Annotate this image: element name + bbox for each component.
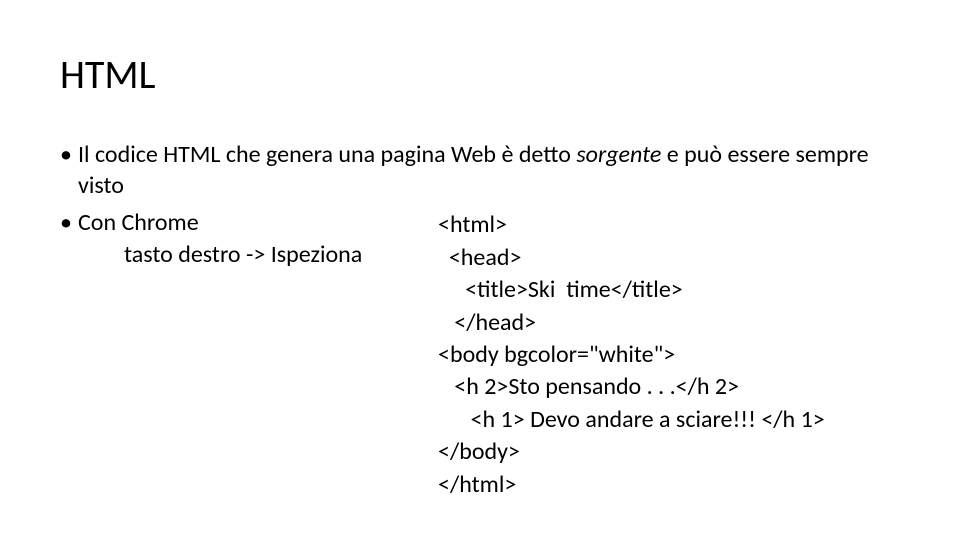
code-line-4: </head>: [438, 308, 536, 337]
slide-title: HTML: [60, 50, 900, 99]
code-line-8: </body>: [438, 437, 520, 466]
bullet1-prefix: Il codice HTML che genera una pagina Web…: [78, 140, 576, 169]
two-column-row: Con Chrome tasto destro -> Ispeziona <ht…: [78, 207, 900, 501]
bullet-item-2: Con Chrome tasto destro -> Ispeziona <ht…: [60, 207, 900, 501]
code-line-2: <head>: [438, 243, 521, 272]
code-line-1: <html>: [438, 210, 507, 239]
code-line-6: <h 2>Sto pensando . . .</h 2>: [438, 372, 739, 401]
bullet1-em: sorgente: [576, 140, 661, 169]
code-line-9: </html>: [438, 470, 516, 499]
code-line-7: <h 1> Devo andare a sciare!!! </h 1>: [438, 405, 825, 434]
bullet-item-1: Il codice HTML che genera una pagina Web…: [60, 139, 900, 201]
code-line-3: <title>Ski time</title>: [438, 275, 683, 304]
slide: HTML Il codice HTML che genera una pagin…: [0, 0, 960, 540]
slide-body: Il codice HTML che genera una pagina Web…: [60, 139, 900, 501]
left-column: Con Chrome tasto destro -> Ispeziona: [78, 207, 438, 269]
code-block: <html> <head> <title>Ski time</title> </…: [438, 207, 900, 501]
bullet2-line2: tasto destro -> Ispeziona: [78, 239, 438, 270]
bullet-list: Il codice HTML che genera una pagina Web…: [60, 139, 900, 501]
code-line-5: <body bgcolor="white">: [438, 340, 675, 369]
bullet2-line1: Con Chrome: [78, 207, 438, 238]
